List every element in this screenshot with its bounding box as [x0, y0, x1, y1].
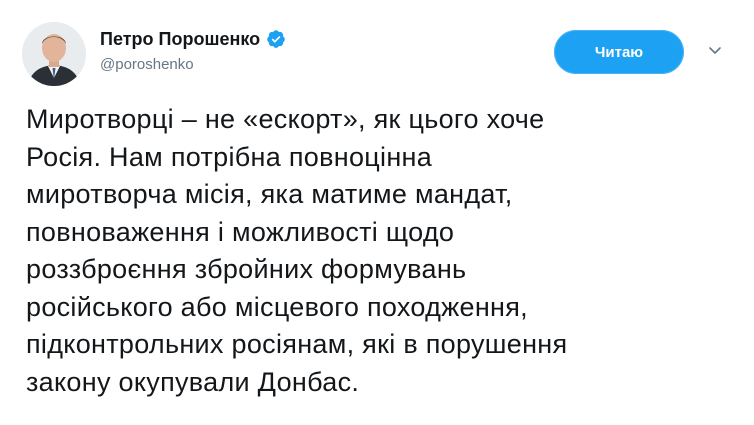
avatar-image — [22, 22, 86, 86]
user-handle[interactable]: @poroshenko — [100, 56, 286, 73]
name-row: Петро Порошенко — [100, 28, 286, 50]
follow-button[interactable]: Читаю — [554, 30, 684, 74]
avatar[interactable] — [22, 22, 86, 86]
tweet-text: Миротворці – не «ескорт», як цього хоче … — [26, 104, 568, 397]
chevron-down-icon[interactable] — [705, 40, 725, 60]
verified-badge-icon — [266, 29, 286, 49]
tweet-card: Петро Порошенко @poroshenko Читаю Миротв… — [0, 0, 754, 425]
display-name[interactable]: Петро Порошенко — [100, 29, 260, 50]
user-info: Петро Порошенко @poroshenko — [100, 28, 286, 73]
